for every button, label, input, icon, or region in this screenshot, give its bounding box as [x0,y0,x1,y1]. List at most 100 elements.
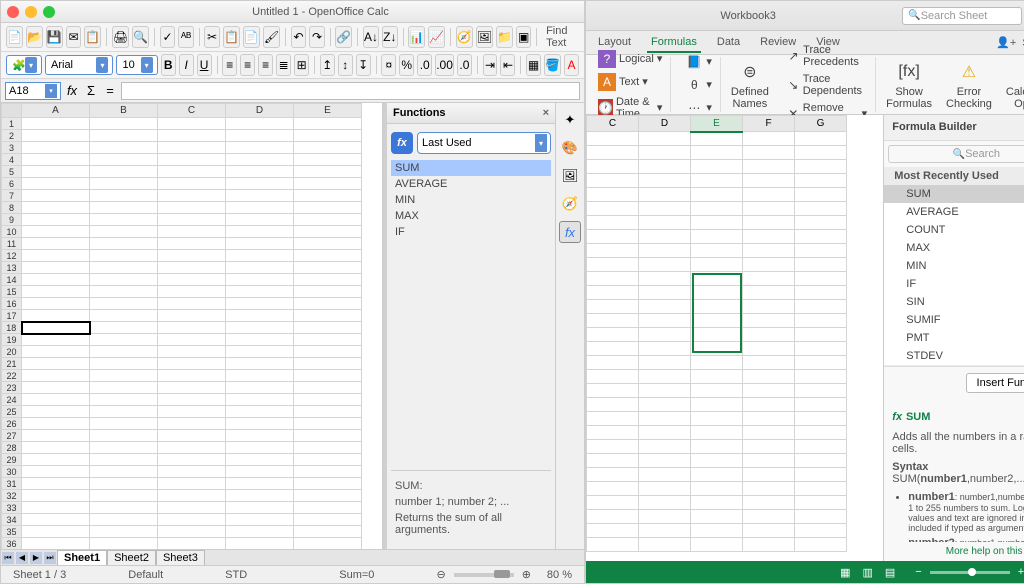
ex-cell[interactable] [743,258,795,272]
builder-item[interactable]: MAX [884,239,1024,257]
ex-cell[interactable] [743,188,795,202]
ex-cell[interactable] [743,510,795,524]
cell[interactable] [22,322,90,334]
ex-cell[interactable] [587,328,639,342]
ex-cell[interactable] [743,426,795,440]
cell[interactable] [158,334,226,346]
cell[interactable] [90,310,158,322]
cell[interactable] [90,418,158,430]
cell[interactable] [90,538,158,550]
ex-cell[interactable] [691,384,743,398]
calc-options-button[interactable]: 🖩Calculation Options [1002,57,1024,112]
ex-cell[interactable] [691,468,743,482]
ex-cell[interactable] [743,342,795,356]
cell[interactable] [22,490,90,502]
ex-zoom-out-icon[interactable]: − [915,566,921,578]
ex-grid[interactable]: CDEFG [586,115,883,561]
error-checking-button[interactable]: ⚠Error Checking [942,57,996,112]
dec-indent-icon[interactable]: ⇤ [500,54,515,76]
ex-cell[interactable] [639,300,691,314]
ex-cell[interactable] [587,230,639,244]
maximize-icon[interactable] [43,6,55,18]
close-icon[interactable] [7,6,19,18]
cell[interactable] [226,226,294,238]
cell[interactable] [90,262,158,274]
cell[interactable] [90,286,158,298]
row-header[interactable]: 4 [2,154,22,166]
ex-cell[interactable] [691,258,743,272]
builder-search-input[interactable]: 🔍 Search [888,145,1024,163]
ex-cell[interactable] [587,510,639,524]
cell[interactable] [294,202,362,214]
row-header[interactable]: 25 [2,406,22,418]
cell[interactable] [158,466,226,478]
ex-cell[interactable] [639,496,691,510]
ex-cell[interactable] [587,440,639,454]
cell[interactable] [22,514,90,526]
builder-item[interactable]: MIN [884,257,1024,275]
ex-cell[interactable] [639,160,691,174]
ex-cell[interactable] [743,412,795,426]
cell[interactable] [22,118,90,130]
ex-cell[interactable] [691,160,743,174]
trace-dependents-button[interactable]: ↘Trace Dependents [785,72,869,98]
builder-item[interactable]: IF [884,275,1024,293]
cell[interactable] [294,370,362,382]
valign-mid-icon[interactable]: ↕ [338,54,353,76]
cell[interactable] [90,334,158,346]
ex-cell[interactable] [691,356,743,370]
cell[interactable] [294,382,362,394]
ex-cell[interactable] [587,300,639,314]
sheet-tab[interactable]: Sheet3 [156,550,205,566]
sum-icon[interactable]: Σ [83,83,99,99]
cell[interactable] [226,202,294,214]
ex-cell[interactable] [587,496,639,510]
ex-cell[interactable] [691,454,743,468]
row-header[interactable]: 24 [2,394,22,406]
ex-cell[interactable] [743,454,795,468]
cell[interactable] [22,454,90,466]
cell[interactable] [22,334,90,346]
ex-cell[interactable] [639,538,691,552]
cell[interactable] [22,418,90,430]
ex-cell[interactable] [743,160,795,174]
valign-top-icon[interactable]: ↥ [320,54,335,76]
cell[interactable] [226,430,294,442]
formula-input[interactable] [121,82,580,100]
cell[interactable] [22,478,90,490]
cell[interactable] [90,466,158,478]
cell[interactable] [22,262,90,274]
cell[interactable] [90,382,158,394]
ex-cell[interactable] [639,286,691,300]
cell[interactable] [294,286,362,298]
ex-cell[interactable] [743,174,795,188]
cell[interactable] [294,538,362,550]
cell[interactable] [90,514,158,526]
cell[interactable] [294,178,362,190]
cell[interactable] [158,526,226,538]
cell[interactable] [90,526,158,538]
pdf-icon[interactable]: 📋 [84,26,101,48]
ex-cell[interactable] [795,202,847,216]
ex-cell[interactable] [587,454,639,468]
cell[interactable] [294,166,362,178]
cell[interactable] [294,334,362,346]
cell[interactable] [90,190,158,202]
cell[interactable] [294,130,362,142]
abc-icon[interactable]: ᴬᴮ [178,26,193,48]
cell[interactable] [90,490,158,502]
merge-icon[interactable]: ⊞ [294,54,309,76]
ex-cell[interactable] [639,510,691,524]
cell[interactable] [22,358,90,370]
ex-cell[interactable] [795,216,847,230]
ex-col-header[interactable]: E [691,116,743,132]
cell[interactable] [90,430,158,442]
cell[interactable] [226,406,294,418]
show-formulas-button[interactable]: [fx]Show Formulas [882,57,936,112]
ex-cell[interactable] [743,440,795,454]
ex-cell[interactable] [639,174,691,188]
ex-cell[interactable] [795,482,847,496]
cell[interactable] [158,262,226,274]
cell[interactable] [158,130,226,142]
ex-cell[interactable] [639,468,691,482]
